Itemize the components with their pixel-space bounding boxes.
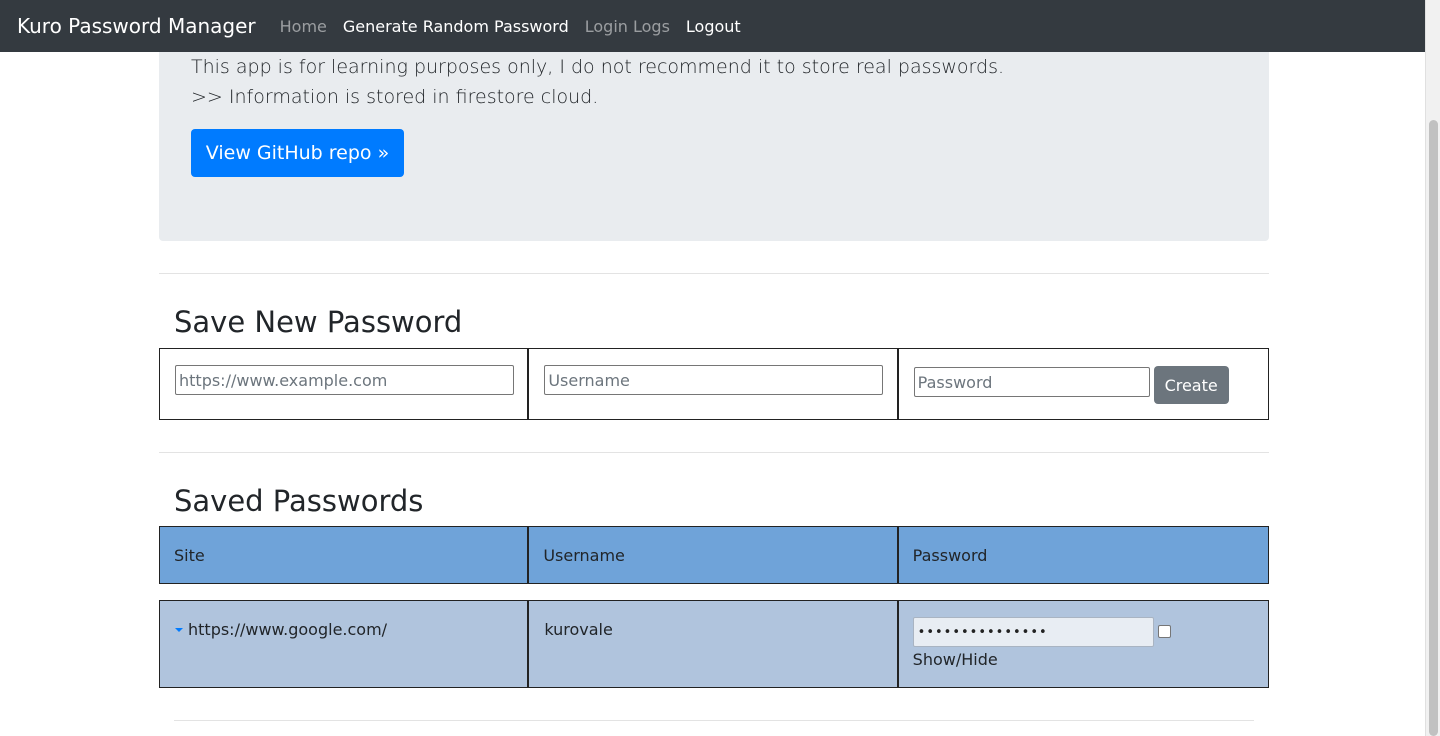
divider — [159, 452, 1269, 453]
saved-table-header: Site Username Password — [159, 526, 1269, 584]
storage-info-text: >> Information is stored in firestore cl… — [191, 86, 599, 108]
nav-link-login-logs[interactable]: Login Logs — [585, 17, 670, 36]
save-password-form: https://www.example.com Username Passwor… — [159, 348, 1269, 420]
nav-link-logout[interactable]: Logout — [686, 17, 741, 36]
row-username: kurovale — [544, 620, 613, 639]
header-username: Username — [529, 527, 899, 583]
navbar: Kuro Password Manager Home Generate Rand… — [0, 0, 1425, 52]
view-github-button[interactable]: View GitHub repo » — [191, 129, 404, 177]
username-cell: Username — [529, 349, 899, 419]
header-username-label: Username — [543, 546, 625, 565]
header-password: Password — [899, 527, 1268, 583]
row-site-cell: https://www.google.com/ — [160, 601, 530, 687]
divider — [159, 273, 1269, 274]
show-hide-label: Show/Hide — [912, 650, 998, 669]
row-password-cell: ••••••••••••••• Show/Hide — [899, 601, 1268, 687]
disclaimer-text: This app is for learning purposes only, … — [191, 56, 1005, 78]
navbar-brand[interactable]: Kuro Password Manager — [17, 14, 256, 38]
caret-down-icon[interactable] — [175, 628, 183, 632]
header-password-label: Password — [912, 546, 988, 565]
nav-link-home[interactable]: Home — [280, 17, 327, 36]
site-cell: https://www.example.com — [160, 349, 530, 419]
page-scrollbar[interactable] — [1425, 0, 1440, 736]
header-site: Site — [160, 527, 530, 583]
scrollbar-thumb[interactable] — [1429, 120, 1438, 736]
password-cell: Password Create — [899, 349, 1268, 419]
row-password-field[interactable]: ••••••••••••••• — [912, 617, 1154, 647]
create-button[interactable]: Create — [1153, 366, 1229, 404]
password-input[interactable]: Password — [913, 367, 1150, 397]
table-row: https://www.google.com/ kurovale •••••••… — [159, 600, 1269, 688]
saved-passwords-heading: Saved Passwords — [174, 484, 424, 518]
row-site[interactable]: https://www.google.com/ — [188, 620, 387, 639]
username-input[interactable]: Username — [544, 365, 884, 395]
save-password-heading: Save New Password — [174, 305, 463, 339]
nav-link-generate-password[interactable]: Generate Random Password — [343, 17, 569, 36]
site-input[interactable]: https://www.example.com — [175, 365, 514, 395]
divider — [174, 720, 1254, 721]
header-site-label: Site — [174, 546, 205, 565]
show-hide-checkbox[interactable] — [1157, 625, 1171, 638]
jumbotron: This app is for learning purposes only, … — [159, 40, 1269, 241]
row-username-cell: kurovale — [529, 601, 899, 687]
